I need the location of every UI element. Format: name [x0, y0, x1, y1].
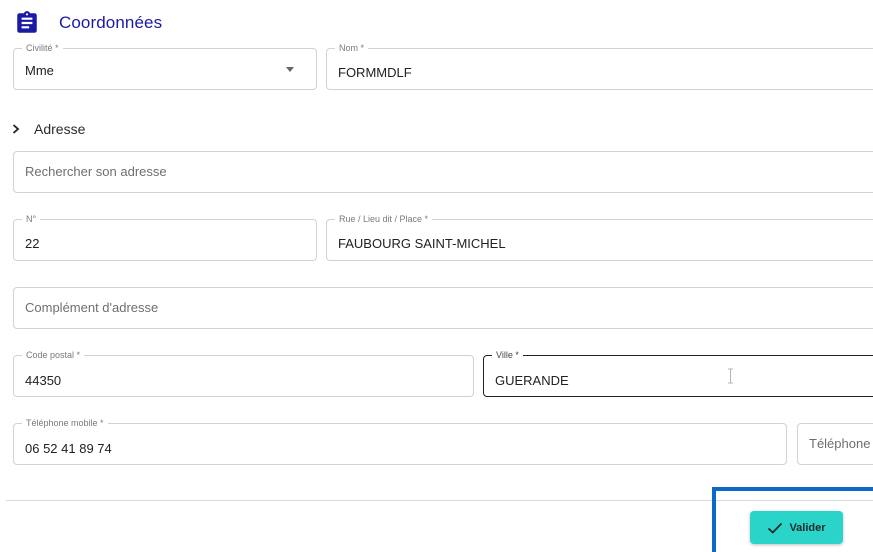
code-postal-label: Code postal *: [22, 350, 85, 361]
phone-placeholder: Téléphone: [809, 436, 871, 451]
civilite-select[interactable]: Civilité * Mme: [13, 43, 317, 90]
civilite-value: Mme: [25, 63, 54, 78]
ville-field[interactable]: Ville * GUERANDE: [483, 350, 873, 397]
rue-value: FAUBOURG SAINT-MICHEL: [338, 236, 506, 251]
mobile-phone-label: Téléphone mobile *: [22, 418, 108, 429]
phone-input[interactable]: Téléphone: [797, 423, 873, 465]
ville-label: Ville *: [492, 350, 523, 361]
complement-placeholder: Complément d'adresse: [25, 300, 159, 315]
mobile-phone-value: 06 52 41 89 74: [25, 441, 112, 456]
ville-value: GUERANDE: [495, 373, 569, 388]
clipboard-icon: [14, 10, 40, 36]
rue-field[interactable]: Rue / Lieu dit / Place * FAUBOURG SAINT-…: [326, 214, 873, 261]
civilite-label: Civilité *: [22, 43, 63, 54]
chevron-right-icon: [10, 123, 22, 135]
nom-value: FORMMDLF: [338, 65, 412, 80]
code-postal-value: 44350: [25, 373, 62, 388]
address-section-title: Adresse: [34, 121, 86, 137]
text-cursor-icon: [727, 368, 734, 384]
check-icon: [767, 521, 783, 535]
code-postal-field[interactable]: Code postal * 44350: [13, 350, 474, 397]
nom-label: Nom *: [335, 43, 369, 54]
address-search-input[interactable]: Rechercher son adresse: [13, 151, 873, 193]
numero-value: 22: [25, 236, 40, 251]
numero-label: N°: [22, 214, 41, 225]
address-section-toggle[interactable]: Adresse: [10, 121, 85, 137]
mobile-phone-field[interactable]: Téléphone mobile * 06 52 41 89 74: [13, 418, 787, 465]
complement-input[interactable]: Complément d'adresse: [13, 287, 873, 329]
section-header: Coordonnées: [14, 10, 162, 36]
numero-field[interactable]: N° 22: [13, 214, 317, 261]
dropdown-arrow-icon[interactable]: [286, 67, 294, 72]
validate-button-label: Valider: [789, 521, 826, 534]
validate-button[interactable]: Valider: [750, 511, 843, 544]
address-search-placeholder: Rechercher son adresse: [25, 164, 167, 179]
rue-label: Rue / Lieu dit / Place *: [335, 214, 433, 225]
page-title: Coordonnées: [59, 13, 163, 32]
nom-field[interactable]: Nom * FORMMDLF: [326, 43, 873, 90]
